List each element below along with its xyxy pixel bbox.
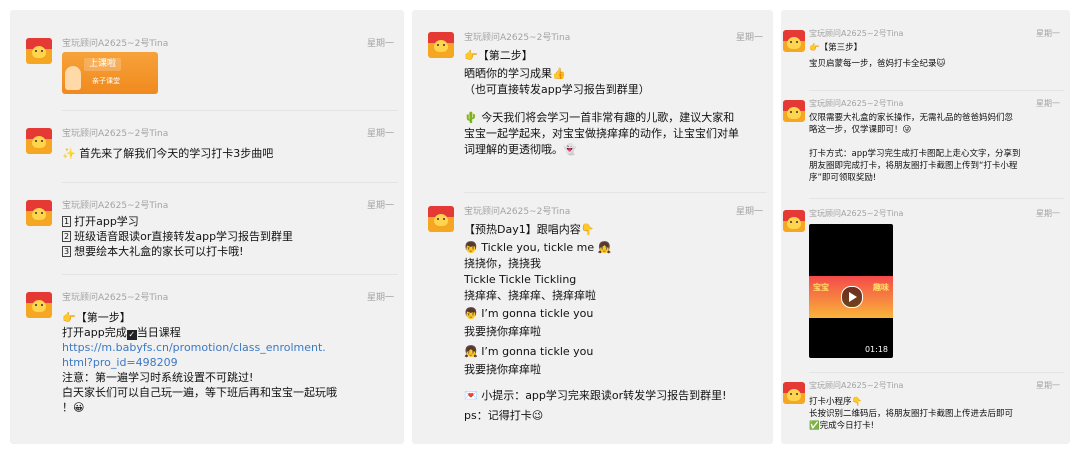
avatar[interactable] [26,200,52,226]
child-illustration [65,66,81,90]
message-text: （也可直接转发app学习报告到群里） [464,83,650,96]
lyric-line: 挠挠你，挠挠我 [464,257,541,270]
message-text: 注意：第一遍学习时系统设置不可跳过! [62,371,254,384]
video-thumbnail[interactable]: 宝宝 趣味 01:18 [809,224,893,358]
video-duration: 01:18 [864,345,888,354]
avatar[interactable] [783,210,805,232]
message-text: ✅完成今日打卡! [809,421,874,431]
avatar[interactable] [783,100,805,122]
message-time: 星期一 [366,129,394,139]
message-text: ✨ 首先来了解我们今天的学习打卡3步曲吧 [62,147,274,160]
step-text: 班级语音跟读or直接转发app学习报告到群里 [74,230,294,243]
message-time: 星期一 [735,207,763,217]
message-time: 星期一 [735,33,763,43]
lyric-line: 👦 I’m gonna tickle you [464,307,594,320]
message-time: 星期一 [1036,381,1060,390]
avatar[interactable] [783,30,805,52]
avatar[interactable] [783,382,805,404]
image-tag: 上课啦 [84,58,122,71]
avatar[interactable] [428,32,454,58]
divider [62,274,398,275]
message-text: 朋友圈即完成打卡，将朋友圈打卡截图上传到“打卡小程 [809,161,1018,171]
sender-name: 宝玩顾问A2625~2号Tina [62,201,169,211]
lyric-line: 我要挠你痒痒啦 [464,363,541,376]
lyric-line: Tickle Tickle Tickling [464,273,577,286]
sender-name: 宝玩顾问A2625~2号Tina [464,33,571,43]
step-text: 打开app学习 [74,215,139,228]
sender-name: 宝玩顾问A2625~2号Tina [464,207,571,217]
image-subtitle: 亲子课堂 [92,77,120,85]
sender-name: 宝玩顾问A2625~2号Tina [809,209,904,218]
lyric-line: 我要挠你痒痒啦 [464,325,541,338]
avatar[interactable] [26,128,52,154]
message-text: ps：记得打卡😉 [464,409,544,422]
message-text: 宝贝启蒙每一步，爸妈打卡全纪录🐱 [809,59,946,69]
message-text: 打卡方式：app学习完生成打卡图配上走心文字，分享到 [809,149,1021,159]
sender-name: 宝玩顾问A2625~2号Tina [62,293,169,303]
message-time: 星期一 [1036,29,1060,38]
chat-column-3: 宝玩顾问A2625~2号Tina 星期一 👉【第三步】 宝贝启蒙每一步，爸妈打卡… [781,10,1070,444]
message-time: 星期一 [366,201,394,211]
divider [62,110,398,111]
checkmark-icon: ✓ [126,330,137,340]
divider [464,192,767,193]
number-1-icon: 1 [62,216,72,227]
message-text: 序”即可领取奖励! [809,173,877,183]
chat-column-2: 宝玩顾问A2625~2号Tina 星期一 👉【第二步】 晒晒你的学习成果👍 （也… [412,10,773,444]
banner-text: 宝宝 [813,283,829,292]
divider [809,372,1064,373]
message-time: 星期一 [366,293,394,303]
lyric-line: 👦 Tickle you, tickle me 👧 [464,241,612,254]
divider [809,198,1064,199]
number-2-icon: 2 [62,231,72,242]
sender-name: 宝玩顾问A2625~2号Tina [809,99,904,108]
avatar[interactable] [428,206,454,232]
message-text: 打卡小程序👇 [809,397,863,407]
message-text: 略这一步，仅学课即可！😜 [809,125,912,135]
sender-name: 宝玩顾问A2625~2号Tina [62,39,169,49]
message-text: 👉【第三步】 [809,43,863,53]
message-text: 白天家长们可以自己玩一遍，等下班后再和宝宝一起玩哦 [62,386,337,399]
sender-name: 宝玩顾问A2625~2号Tina [809,29,904,38]
play-icon[interactable] [841,286,863,308]
divider [62,182,398,183]
avatar[interactable] [26,38,52,64]
sender-name: 宝玩顾问A2625~2号Tina [62,129,169,139]
course-link[interactable]: html?pro_id=498209 [62,355,398,370]
message-text: ！😀 [62,401,85,414]
chat-column-1: 宝玩顾问A2625~2号Tina 星期一 上课啦 亲子课堂 宝玩顾问A2625~… [10,10,404,444]
message-text: 长按识别二维码后，将朋友圈打卡截图上传进去后即可 [809,409,1014,419]
message-text: 🌵 今天我们将会学习一首非常有趣的儿歌，建议大家和 [464,111,735,124]
message-text: 💌 小提示：app学习完来跟读or转发学习报告到群里! [464,389,727,402]
message-text: 👉【第二步】 [464,49,533,62]
message-text: 【预热Day1】跟唱内容👇 [464,223,595,236]
banner-text: 趣味 [873,283,889,292]
message-text: 词理解的更透彻哦。👻 [464,143,577,156]
message-time: 星期一 [1036,99,1060,108]
sender-name: 宝玩顾问A2625~2号Tina [809,381,904,390]
message-text: 仅限需要大礼盒的家长操作，无需礼品的爸爸妈妈们忽 [809,113,1014,123]
message-time: 星期一 [1036,209,1060,218]
message-text: 当日课程 [136,326,181,339]
message-text: 宝宝一起学起来，对宝宝做挠痒痒的动作，让宝宝们对单 [464,127,739,140]
number-3-icon: 3 [62,246,72,257]
step-text: 想要绘本大礼盒的家长可以打卡哦! [74,245,244,258]
divider [809,90,1064,91]
message-text: 晒晒你的学习成果👍 [464,67,566,80]
lyric-line: 挠痒痒、挠痒痒、挠痒痒啦 [464,289,596,302]
message-time: 星期一 [366,39,394,49]
avatar[interactable] [26,292,52,318]
course-image[interactable]: 上课啦 亲子课堂 [62,52,158,94]
message-text: 👉【第一步】 [62,311,131,324]
message-text: 打开app完成 [62,326,127,339]
lyric-line: 👧 I’m gonna tickle you [464,345,594,358]
course-link[interactable]: https://m.babyfs.cn/promotion/class_enro… [62,340,398,355]
